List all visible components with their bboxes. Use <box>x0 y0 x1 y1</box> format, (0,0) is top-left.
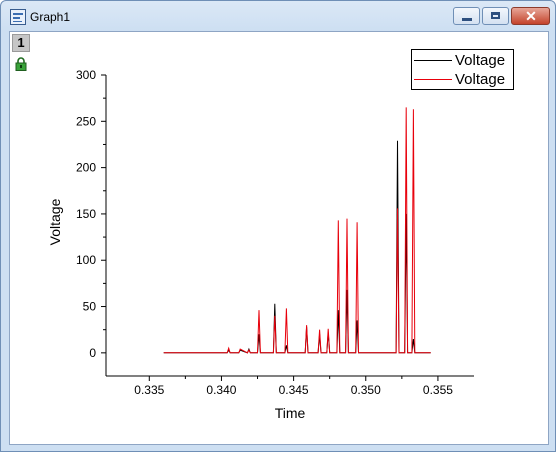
graph-window-icon <box>10 9 26 25</box>
y-tick-label: 200 <box>76 161 96 175</box>
maximize-button[interactable] <box>482 7 509 25</box>
x-axis-title: Time <box>275 405 306 421</box>
legend-swatch <box>414 60 452 61</box>
maximize-icon <box>491 12 500 19</box>
x-tick-label: 0.335 <box>134 383 164 397</box>
y-axis-title: Voltage <box>47 198 63 245</box>
y-tick-label: 50 <box>83 300 97 314</box>
chart-plot[interactable]: 0 50 100 150 200 250 300 0.335 0.340 0.345 0.350 0.… <box>10 32 548 444</box>
close-button[interactable]: ✕ <box>511 7 550 25</box>
title-bar[interactable]: Graph1 ✕ <box>1 1 555 31</box>
series-line-1 <box>163 140 431 354</box>
close-icon: ✕ <box>525 8 537 24</box>
x-tick-label: 0.340 <box>206 383 236 397</box>
y-tick-label: 100 <box>76 253 96 267</box>
y-tick-label: 0 <box>89 346 96 360</box>
x-tick-label: 0.355 <box>423 383 453 397</box>
legend-label: Voltage <box>455 71 506 88</box>
legend-swatch <box>414 79 452 80</box>
minimize-button[interactable] <box>453 7 480 25</box>
legend-entry: Voltage <box>412 51 513 70</box>
graph-window: Graph1 ✕ 1 0 50 100 150 200 250 300 0.335 0.340 0… <box>0 0 556 452</box>
legend-entry: Voltage <box>412 70 513 89</box>
minimize-icon <box>462 18 472 21</box>
y-tick-label: 150 <box>76 207 96 221</box>
y-tick-label: 250 <box>76 114 96 128</box>
window-title: Graph1 <box>30 10 71 24</box>
legend-label: Voltage <box>455 52 506 69</box>
x-tick-label: 0.345 <box>279 383 309 397</box>
legend[interactable]: Voltage Voltage <box>411 49 514 90</box>
y-tick-label: 300 <box>76 68 96 82</box>
x-tick-label: 0.350 <box>351 383 381 397</box>
series-line-2 <box>163 107 431 354</box>
graph-page[interactable]: 1 0 50 100 150 200 250 300 0.335 0.340 0.345 0.350… <box>9 31 549 445</box>
